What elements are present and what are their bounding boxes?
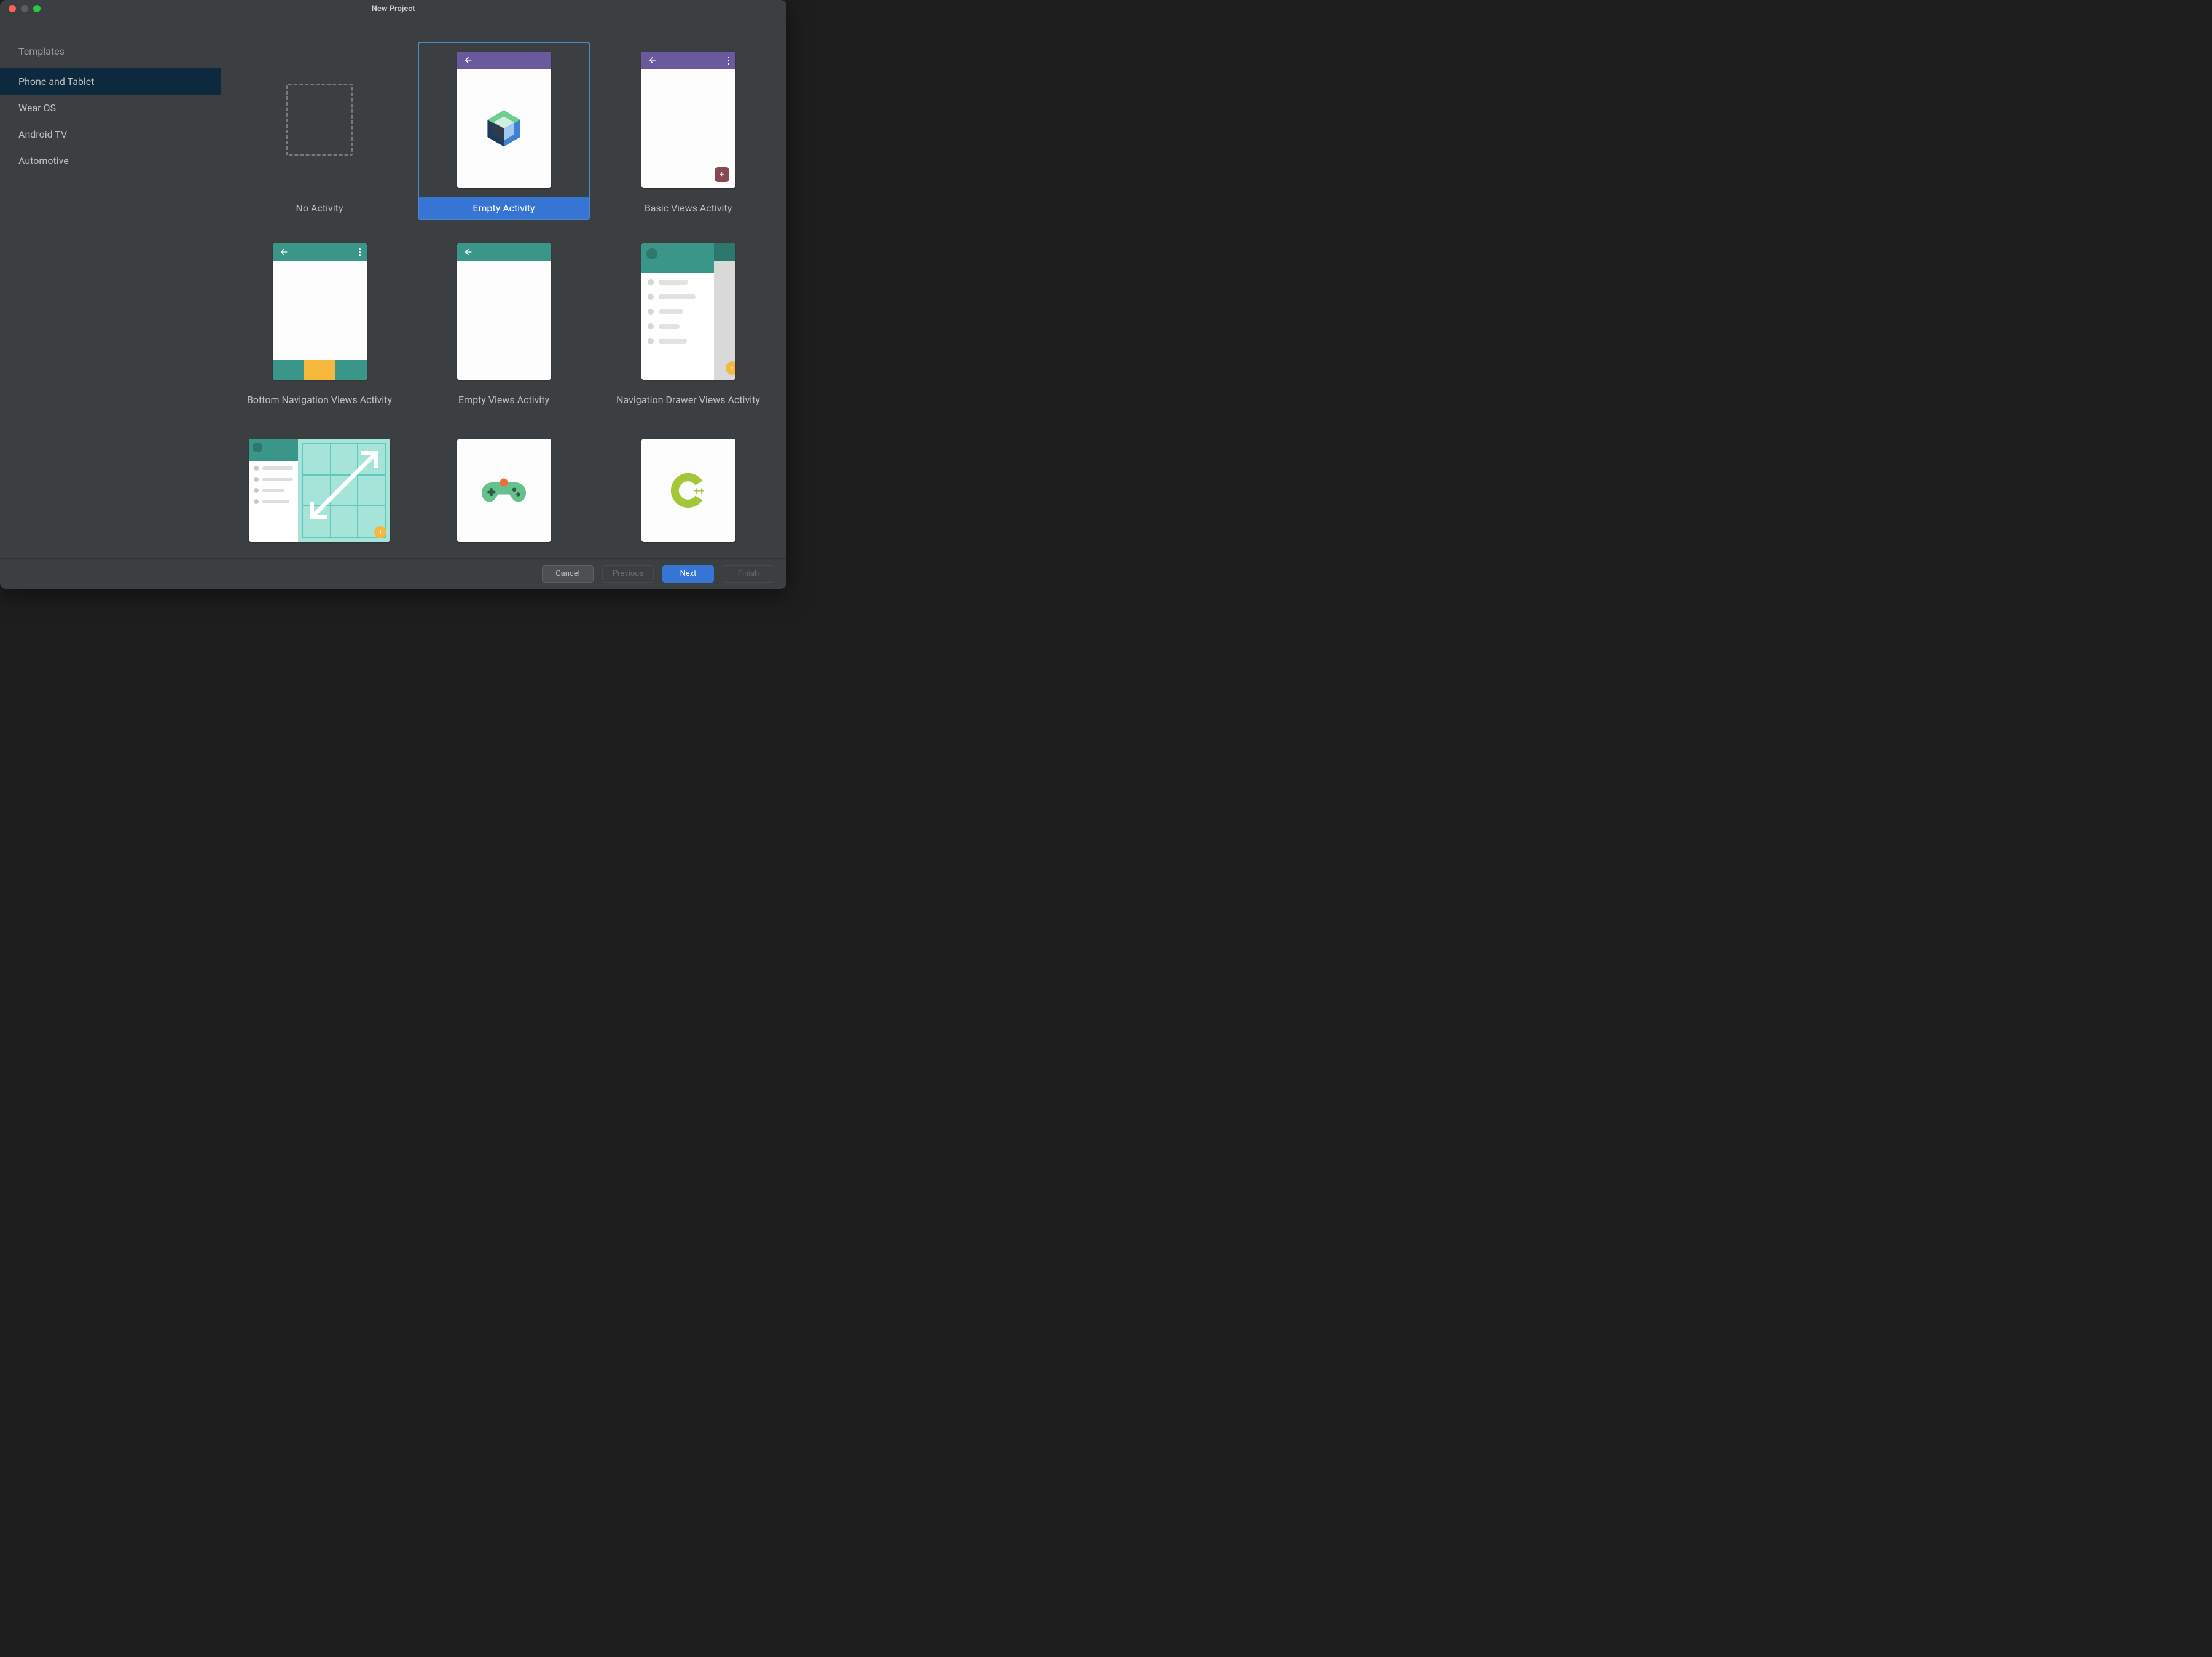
template-card-navigation-drawer-views-activity[interactable]: + Navigation Drawer Views Activity	[602, 234, 774, 412]
drawer-list	[641, 273, 714, 350]
list-pane	[249, 439, 298, 542]
detail-pane: +	[298, 439, 390, 542]
appbar	[273, 243, 367, 261]
template-card-native-cpp[interactable]: ++	[602, 425, 774, 541]
template-label: Empty Activity	[419, 197, 589, 219]
tablet-preview: +	[249, 439, 390, 542]
template-card-responsive-views-activity[interactable]: +	[233, 425, 406, 541]
avatar-icon	[253, 443, 262, 452]
thumbnail	[235, 43, 404, 197]
avatar-icon	[646, 248, 657, 259]
template-card-empty-views-activity[interactable]: Empty Views Activity	[418, 234, 590, 412]
fab-add-icon: +	[726, 361, 735, 375]
jetpack-compose-icon	[482, 107, 525, 150]
fab-add-icon: +	[374, 526, 386, 538]
thumbnail	[419, 235, 589, 388]
phone-preview: +	[641, 52, 735, 188]
drawer-header	[641, 243, 714, 273]
sidebar: Templates Phone and Tablet Wear OS Andro…	[0, 17, 221, 558]
thumbnail: +	[603, 43, 773, 197]
back-arrow-icon	[648, 55, 657, 65]
template-label: No Activity	[235, 197, 404, 219]
phone-body	[457, 261, 551, 380]
overflow-menu-icon	[359, 248, 361, 256]
phone-preview: ++	[641, 439, 735, 542]
fab-add-icon: +	[715, 167, 729, 182]
sidebar-item-android-tv[interactable]: Android TV	[0, 121, 221, 148]
finish-button: Finish	[723, 565, 774, 583]
phone-preview: +	[641, 243, 735, 380]
dialog-title: New Project	[0, 4, 786, 14]
cancel-button[interactable]: Cancel	[542, 565, 594, 583]
dialog-body: Templates Phone and Tablet Wear OS Andro…	[0, 17, 786, 558]
titlebar: New Project	[0, 0, 786, 17]
overflow-menu-icon	[728, 57, 729, 65]
drawer-scrim: +	[714, 243, 735, 380]
back-arrow-icon	[279, 247, 289, 257]
phone-preview	[457, 52, 551, 188]
appbar	[457, 243, 551, 261]
phone-body	[273, 261, 367, 380]
template-grid: No Activity	[233, 42, 774, 541]
phone-preview	[273, 243, 367, 380]
drawer-preview: +	[641, 243, 735, 380]
next-button[interactable]: Next	[662, 565, 714, 583]
dashed-box-icon	[286, 84, 353, 156]
dialog-footer: Cancel Previous Next Finish	[0, 558, 786, 589]
thumbnail	[419, 427, 589, 540]
svg-text:++: ++	[694, 486, 704, 497]
template-grid-container: No Activity	[221, 17, 786, 558]
phone-preview	[457, 439, 551, 542]
list-header	[249, 439, 298, 461]
bottom-nav-bar	[273, 360, 367, 380]
template-label: Bottom Navigation Views Activity	[235, 388, 404, 411]
sidebar-item-phone-and-tablet[interactable]: Phone and Tablet	[0, 68, 221, 95]
new-project-dialog: New Project Templates Phone and Tablet W…	[0, 0, 786, 589]
template-label: Navigation Drawer Views Activity	[603, 388, 773, 411]
previous-button: Previous	[602, 565, 654, 583]
sidebar-item-automotive[interactable]: Automotive	[0, 148, 221, 174]
list	[249, 461, 298, 509]
template-card-empty-activity[interactable]: Empty Activity	[418, 42, 590, 220]
cpp-icon: ++	[664, 466, 712, 514]
phone-body: +	[641, 69, 735, 188]
template-card-no-activity[interactable]: No Activity	[233, 42, 406, 220]
thumbnail: +	[235, 427, 404, 540]
thumbnail	[235, 235, 404, 388]
template-card-bottom-navigation-views-activity[interactable]: Bottom Navigation Views Activity	[233, 234, 406, 412]
thumbnail: ++	[603, 427, 773, 540]
resize-arrow-icon	[302, 443, 386, 527]
template-card-game-activity[interactable]	[418, 425, 590, 541]
thumbnail	[419, 43, 589, 197]
appbar	[714, 243, 735, 261]
back-arrow-icon	[463, 247, 473, 257]
sidebar-item-wear-os[interactable]: Wear OS	[0, 95, 221, 121]
appbar	[641, 52, 735, 69]
template-label: Basic Views Activity	[603, 197, 773, 219]
phone-body	[457, 69, 551, 188]
back-arrow-icon	[463, 55, 473, 65]
drawer-panel	[641, 243, 714, 380]
phone-preview	[457, 243, 551, 380]
thumbnail: +	[603, 235, 773, 388]
game-controller-icon	[478, 474, 530, 506]
template-card-basic-views-activity[interactable]: + Basic Views Activity	[602, 42, 774, 220]
template-label: Empty Views Activity	[419, 388, 589, 411]
appbar	[457, 52, 551, 69]
sidebar-heading: Templates	[0, 36, 221, 68]
